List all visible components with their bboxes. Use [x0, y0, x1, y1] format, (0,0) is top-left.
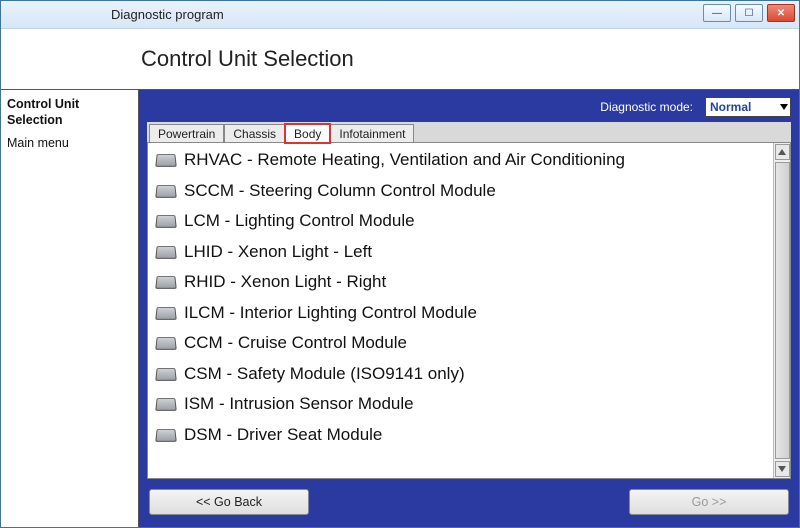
- module-list-container: RHVAC - Remote Heating, Ventilation and …: [147, 142, 791, 479]
- titlebar[interactable]: Diagnostic program — ☐ ✕: [1, 1, 799, 29]
- chevron-up-icon: [778, 149, 786, 155]
- page-title: Control Unit Selection: [141, 46, 354, 72]
- content: Control Unit Selection Main menu Diagnos…: [1, 89, 799, 527]
- list-item[interactable]: ILCM - Interior Lighting Control Module: [148, 298, 773, 329]
- ecu-icon: [154, 335, 176, 351]
- ecu-icon: [154, 213, 176, 229]
- list-item[interactable]: LHID - Xenon Light - Left: [148, 237, 773, 268]
- tab-powertrain[interactable]: Powertrain: [149, 124, 224, 143]
- minimize-icon: —: [712, 8, 722, 19]
- go-back-button[interactable]: << Go Back: [149, 489, 309, 515]
- module-label: SCCM - Steering Column Control Module: [184, 181, 496, 201]
- tab-chassis[interactable]: Chassis: [224, 124, 285, 143]
- list-item[interactable]: DSM - Driver Seat Module: [148, 420, 773, 451]
- ecu-icon: [154, 152, 176, 168]
- tab-infotainment[interactable]: Infotainment: [330, 124, 414, 143]
- list-item[interactable]: ISM - Intrusion Sensor Module: [148, 389, 773, 420]
- diagnostic-mode-label: Diagnostic mode:: [600, 100, 693, 114]
- close-icon: ✕: [777, 8, 785, 19]
- module-label: RHID - Xenon Light - Right: [184, 272, 386, 292]
- chevron-down-icon: [780, 104, 788, 110]
- diagnostic-mode-row: Diagnostic mode: Normal: [147, 96, 791, 118]
- ecu-icon: [154, 274, 176, 290]
- vertical-scrollbar[interactable]: [773, 143, 790, 478]
- list-item[interactable]: CCM - Cruise Control Module: [148, 328, 773, 359]
- scroll-up-button[interactable]: [775, 144, 790, 160]
- module-label: CCM - Cruise Control Module: [184, 333, 407, 353]
- diagnostic-mode-value: Normal: [710, 100, 751, 114]
- scroll-thumb[interactable]: [775, 162, 790, 459]
- tab-body[interactable]: Body: [285, 124, 330, 143]
- list-item[interactable]: RHVAC - Remote Heating, Ventilation and …: [148, 145, 773, 176]
- ecu-icon: [154, 183, 176, 199]
- module-label: RHVAC - Remote Heating, Ventilation and …: [184, 150, 625, 170]
- ecu-icon: [154, 427, 176, 443]
- chevron-down-icon: [778, 466, 786, 472]
- ecu-icon: [154, 396, 176, 412]
- list-item[interactable]: CSM - Safety Module (ISO9141 only): [148, 359, 773, 390]
- module-label: LCM - Lighting Control Module: [184, 211, 415, 231]
- sidebar: Control Unit Selection Main menu: [1, 90, 139, 527]
- module-label: CSM - Safety Module (ISO9141 only): [184, 364, 465, 384]
- module-label: LHID - Xenon Light - Left: [184, 242, 372, 262]
- maximize-icon: ☐: [745, 8, 754, 19]
- minimize-button[interactable]: —: [703, 4, 731, 22]
- list-item[interactable]: SCCM - Steering Column Control Module: [148, 176, 773, 207]
- footer: << Go Back Go >>: [147, 485, 791, 519]
- close-button[interactable]: ✕: [767, 4, 795, 22]
- sidebar-item-control-unit-selection[interactable]: Control Unit Selection: [7, 96, 132, 129]
- window-controls: — ☐ ✕: [703, 4, 795, 22]
- ecu-icon: [154, 366, 176, 382]
- module-list[interactable]: RHVAC - Remote Heating, Ventilation and …: [148, 143, 773, 478]
- list-item[interactable]: RHID - Xenon Light - Right: [148, 267, 773, 298]
- go-button[interactable]: Go >>: [629, 489, 789, 515]
- sidebar-item-main-menu[interactable]: Main menu: [7, 135, 132, 151]
- diagnostic-mode-select[interactable]: Normal: [705, 97, 791, 117]
- module-label: ILCM - Interior Lighting Control Module: [184, 303, 477, 323]
- main-panel: Diagnostic mode: Normal Powertrain Chass…: [139, 90, 799, 527]
- app-window: Diagnostic program — ☐ ✕ Control Unit Se…: [0, 0, 800, 528]
- tabbar: Powertrain Chassis Body Infotainment: [147, 122, 791, 142]
- ecu-icon: [154, 244, 176, 260]
- maximize-button[interactable]: ☐: [735, 4, 763, 22]
- scroll-down-button[interactable]: [775, 461, 790, 477]
- window-title: Diagnostic program: [1, 7, 224, 22]
- header: Control Unit Selection: [1, 29, 799, 89]
- ecu-icon: [154, 305, 176, 321]
- module-label: DSM - Driver Seat Module: [184, 425, 382, 445]
- module-label: ISM - Intrusion Sensor Module: [184, 394, 414, 414]
- list-item[interactable]: LCM - Lighting Control Module: [148, 206, 773, 237]
